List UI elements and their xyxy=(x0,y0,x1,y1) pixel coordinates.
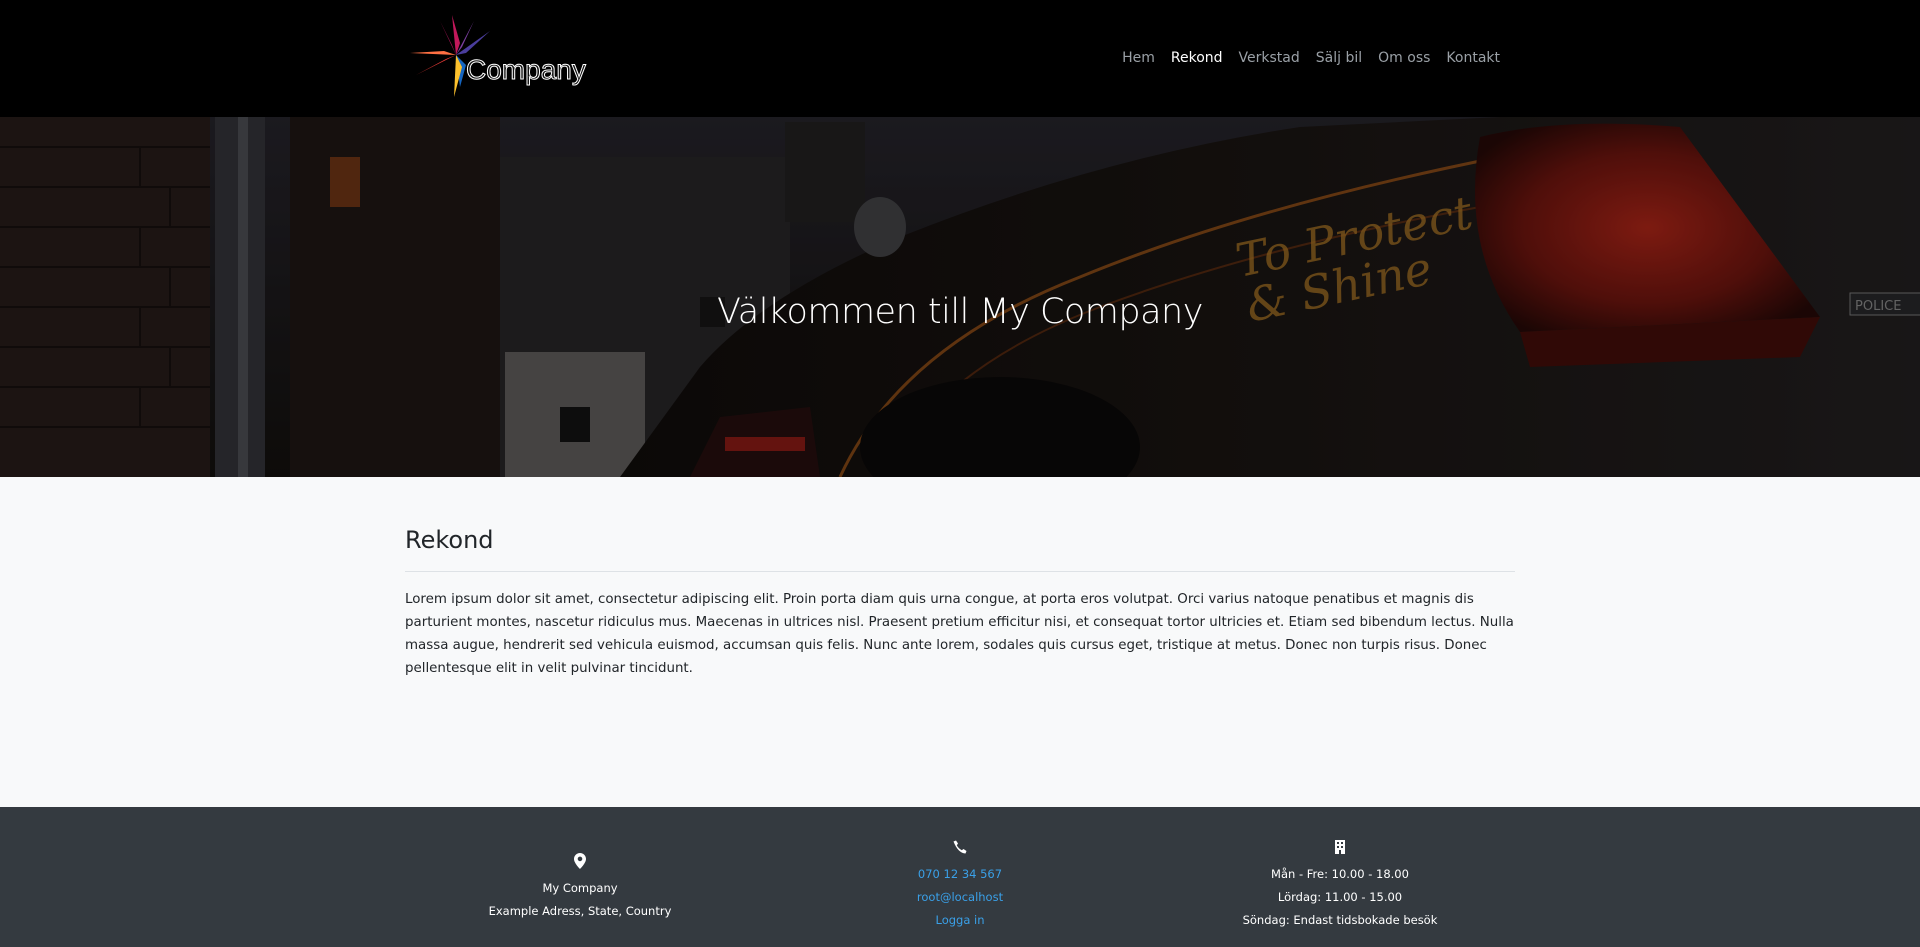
building-icon xyxy=(1150,839,1530,861)
footer-address: My Company Example Adress, State, Countr… xyxy=(390,853,770,923)
site-footer: My Company Example Adress, State, Countr… xyxy=(0,807,1920,947)
footer-address-line: Example Adress, State, Country xyxy=(488,904,672,918)
footer-company-name: My Company xyxy=(542,881,618,895)
footer-email-link[interactable]: root@localhost xyxy=(917,890,1003,904)
brand-name: Company xyxy=(466,54,587,86)
hero-title: Välkommen till My Company xyxy=(717,292,1203,333)
footer-contact: 070 12 34 567 root@localhost Logga in xyxy=(770,839,1150,932)
footer-hours-sunday: Söndag: Endast tidsbokade besök xyxy=(1242,913,1438,927)
section-title: Rekond xyxy=(405,526,494,554)
nav-item-om-oss[interactable]: Om oss xyxy=(1370,48,1438,68)
section-body-text: Lorem ipsum dolor sit amet, consectetur … xyxy=(405,592,1514,676)
brand-logo-link[interactable]: Company xyxy=(406,10,586,108)
footer-login-link[interactable]: Logga in xyxy=(935,913,984,927)
main-content: Rekond Lorem ipsum dolor sit amet, conse… xyxy=(0,477,1920,807)
nav-item-verkstad[interactable]: Verkstad xyxy=(1231,48,1308,68)
nav-item-rekond[interactable]: Rekond xyxy=(1163,48,1231,68)
hero-banner: To Protect & Shine POLICE Välkommen till… xyxy=(0,117,1920,477)
phone-icon xyxy=(770,839,1150,861)
main-nav: Hem Rekond Verkstad Sälj bil Om oss Kont… xyxy=(1114,48,1508,68)
map-pin-icon xyxy=(390,853,770,875)
footer-phone-link[interactable]: 070 12 34 567 xyxy=(918,867,1002,881)
footer-hours: Mån - Fre: 10.00 - 18.00 Lördag: 11.00 -… xyxy=(1150,839,1530,932)
footer-hours-weekdays: Mån - Fre: 10.00 - 18.00 xyxy=(1271,867,1409,881)
footer-hours-saturday: Lördag: 11.00 - 15.00 xyxy=(1277,890,1403,904)
nav-item-kontakt[interactable]: Kontakt xyxy=(1438,48,1508,68)
top-navbar: Company Hem Rekond Verkstad Sälj bil Om … xyxy=(0,0,1920,117)
section-divider xyxy=(405,571,1515,572)
nav-item-salj-bil[interactable]: Sälj bil xyxy=(1308,48,1370,68)
nav-item-hem[interactable]: Hem xyxy=(1114,48,1163,68)
